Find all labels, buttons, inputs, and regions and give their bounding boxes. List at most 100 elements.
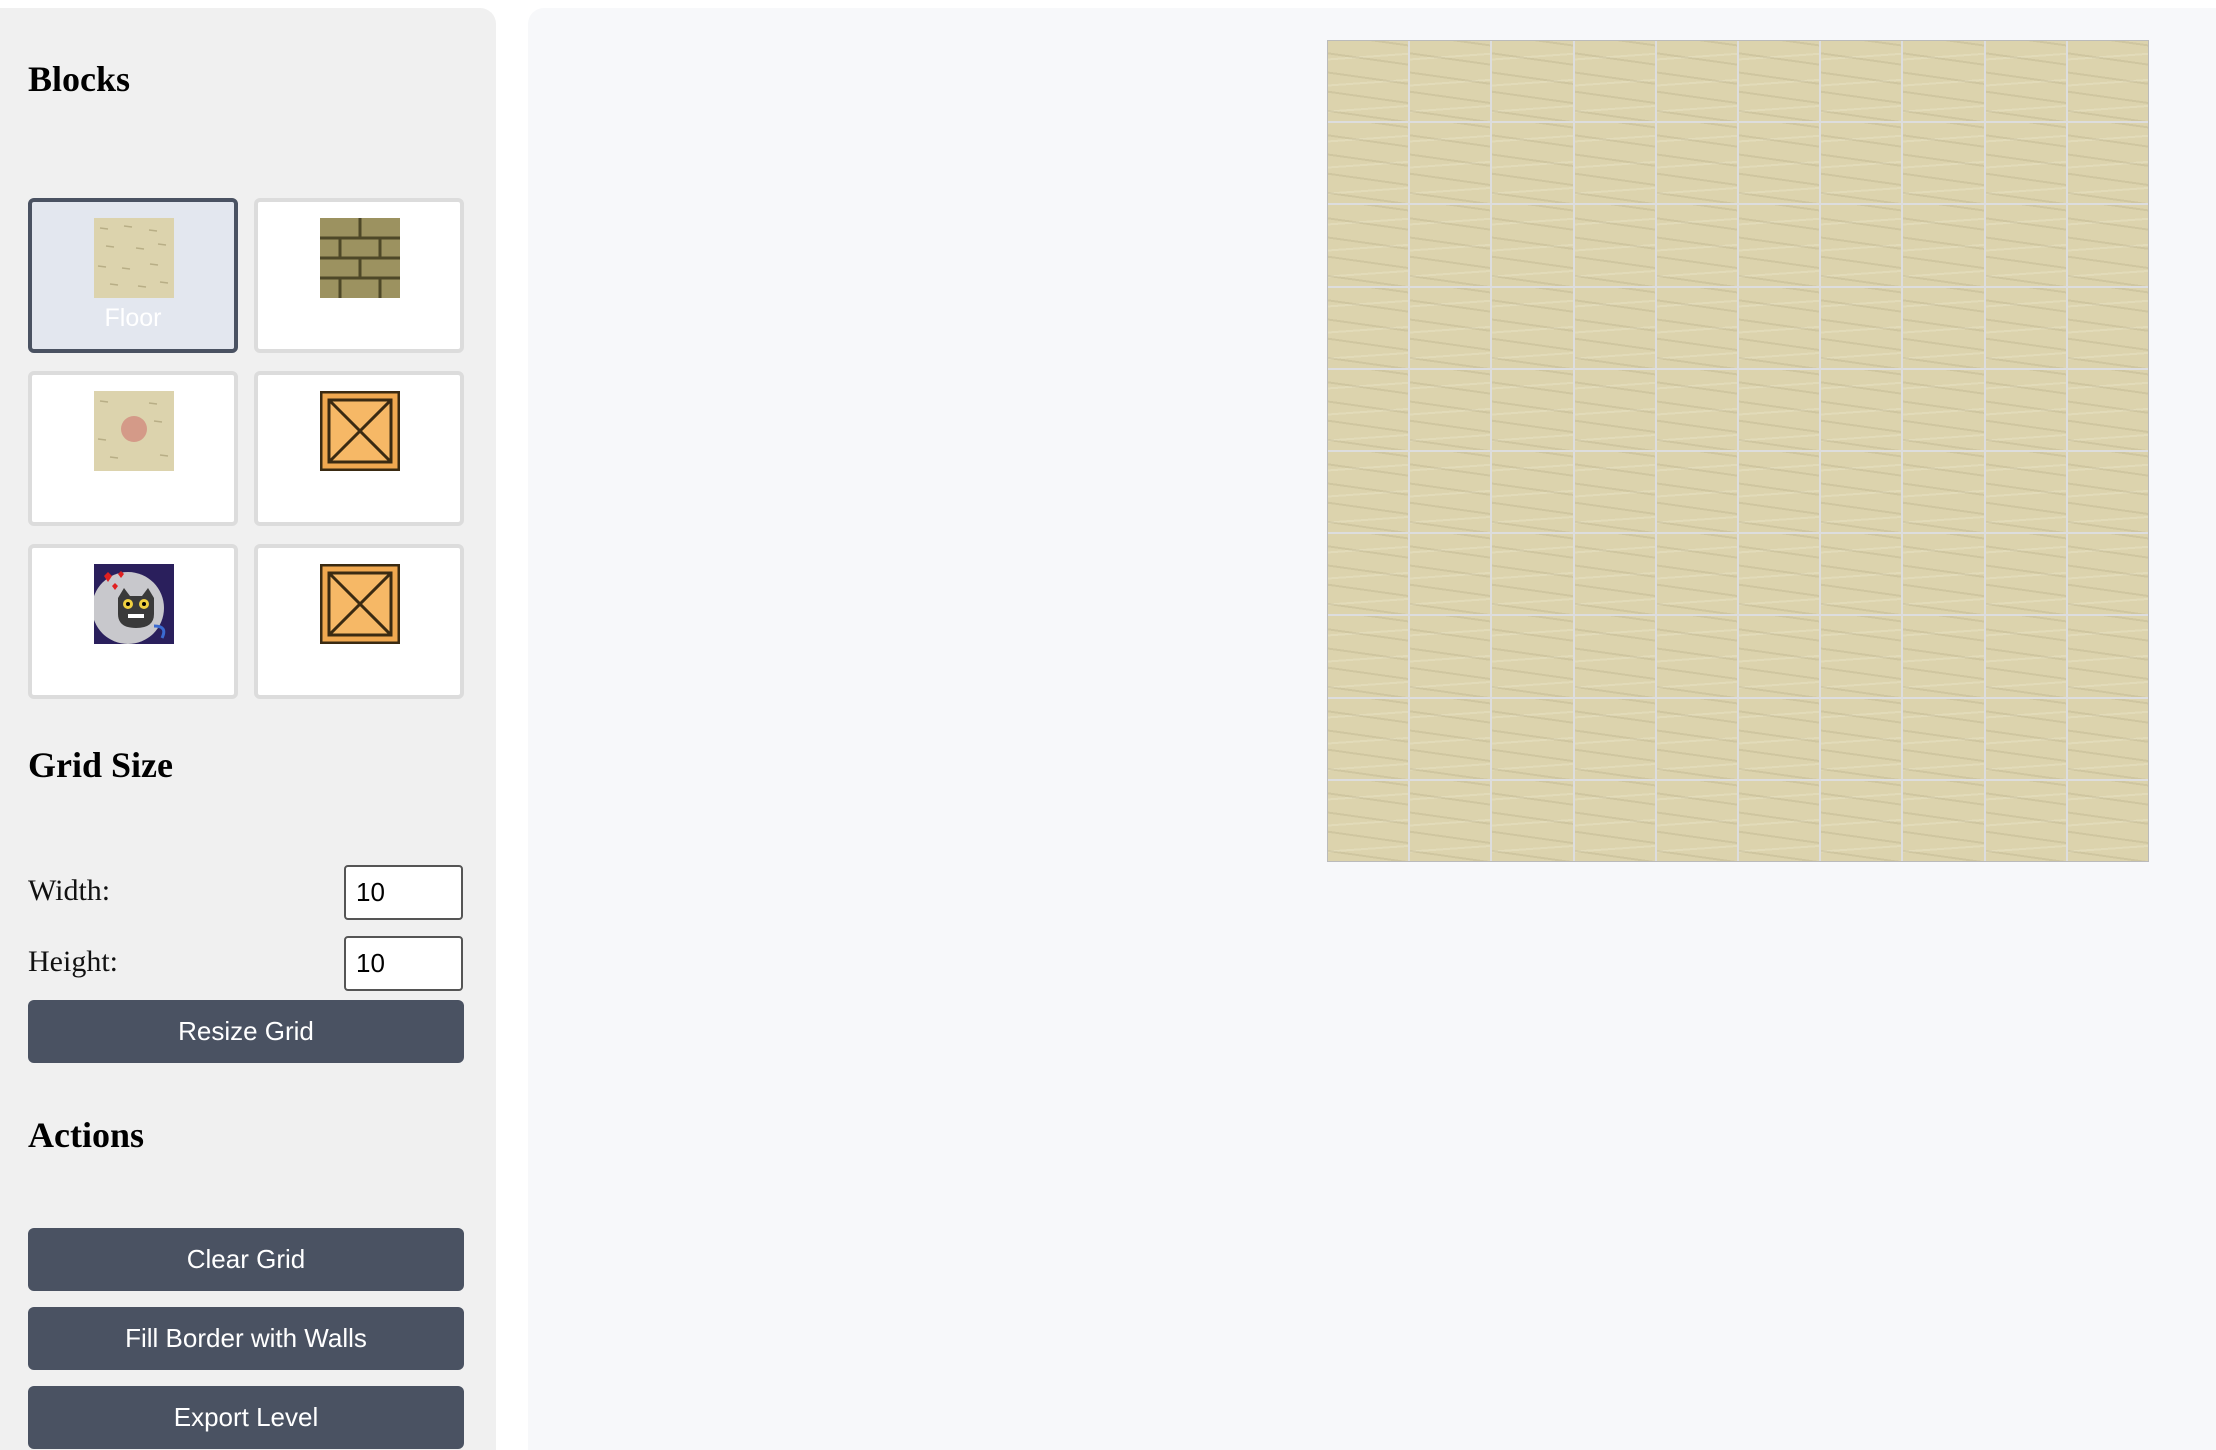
grid-cell-floor[interactable]	[1738, 534, 1820, 615]
grid-cell-floor[interactable]	[1738, 780, 1820, 861]
grid-cell-floor[interactable]	[1903, 451, 1984, 533]
grid-cell-floor[interactable]	[1410, 616, 1491, 697]
grid-cell-floor[interactable]	[1985, 534, 2066, 615]
grid-cell-floor[interactable]	[1985, 780, 2066, 861]
grid-cell-floor[interactable]	[1821, 287, 1902, 368]
grid-cell-floor[interactable]	[1574, 534, 1655, 615]
height-input[interactable]	[344, 936, 463, 991]
grid-cell-floor[interactable]	[1738, 369, 1820, 450]
grid-cell-floor[interactable]	[1985, 616, 2066, 697]
grid-cell-floor[interactable]	[1492, 287, 1573, 368]
grid-cell-floor[interactable]	[2067, 123, 2148, 204]
grid-cell-floor[interactable]	[1903, 41, 1984, 122]
grid-cell-floor[interactable]	[1903, 616, 1984, 697]
grid-cell-floor[interactable]	[1656, 369, 1737, 450]
grid-cell-floor[interactable]	[1821, 698, 1902, 779]
grid-cell-floor[interactable]	[1985, 369, 2066, 450]
grid-cell-floor[interactable]	[1328, 451, 1409, 533]
grid-cell-floor[interactable]	[1574, 616, 1655, 697]
grid-cell-floor[interactable]	[1574, 451, 1655, 533]
block-box-on-goal[interactable]	[254, 544, 464, 699]
grid-cell-floor[interactable]	[2067, 698, 2148, 779]
grid-cell-floor[interactable]	[1821, 780, 1902, 861]
grid-cell-floor[interactable]	[1821, 123, 1902, 204]
grid-cell-floor[interactable]	[1903, 534, 1984, 615]
grid-cell-floor[interactable]	[1903, 369, 1984, 450]
grid-cell-floor[interactable]	[2067, 780, 2148, 861]
grid-cell-floor[interactable]	[1985, 205, 2066, 286]
grid-cell-floor[interactable]	[1656, 616, 1737, 697]
grid-cell-floor[interactable]	[1656, 534, 1737, 615]
grid-cell-floor[interactable]	[1492, 451, 1573, 533]
grid-cell-floor[interactable]	[1328, 616, 1409, 697]
grid-cell-floor[interactable]	[1492, 780, 1573, 861]
grid-cell-floor[interactable]	[1574, 698, 1655, 779]
grid-cell-floor[interactable]	[1492, 41, 1573, 122]
grid-cell-floor[interactable]	[1410, 369, 1491, 450]
grid-cell-floor[interactable]	[2067, 534, 2148, 615]
grid-cell-floor[interactable]	[1410, 780, 1491, 861]
grid-cell-floor[interactable]	[1738, 616, 1820, 697]
clear-grid-button[interactable]: Clear Grid	[28, 1228, 464, 1291]
block-goal[interactable]	[28, 371, 238, 526]
grid-cell-floor[interactable]	[2067, 287, 2148, 368]
grid-cell-floor[interactable]	[1738, 698, 1820, 779]
grid-cell-floor[interactable]	[1656, 123, 1737, 204]
grid-cell-floor[interactable]	[2067, 451, 2148, 533]
grid-cell-floor[interactable]	[1738, 205, 1820, 286]
grid-cell-floor[interactable]	[1492, 698, 1573, 779]
fill-border-button[interactable]: Fill Border with Walls	[28, 1307, 464, 1370]
grid-cell-floor[interactable]	[1574, 123, 1655, 204]
grid-cell-floor[interactable]	[1410, 534, 1491, 615]
block-box[interactable]	[254, 371, 464, 526]
grid-cell-floor[interactable]	[1903, 698, 1984, 779]
grid-cell-floor[interactable]	[1903, 287, 1984, 368]
grid-cell-floor[interactable]	[1328, 534, 1409, 615]
grid-cell-floor[interactable]	[2067, 41, 2148, 122]
grid-cell-floor[interactable]	[1328, 780, 1409, 861]
grid-cell-floor[interactable]	[1903, 205, 1984, 286]
grid-cell-floor[interactable]	[1985, 41, 2066, 122]
grid-cell-floor[interactable]	[1328, 123, 1409, 204]
grid-cell-floor[interactable]	[1328, 205, 1409, 286]
export-level-button[interactable]: Export Level	[28, 1386, 464, 1449]
level-grid[interactable]	[1327, 40, 2149, 862]
grid-cell-floor[interactable]	[1738, 287, 1820, 368]
grid-cell-floor[interactable]	[2067, 369, 2148, 450]
grid-cell-floor[interactable]	[1821, 451, 1902, 533]
grid-cell-floor[interactable]	[1574, 205, 1655, 286]
grid-cell-floor[interactable]	[1574, 780, 1655, 861]
grid-cell-floor[interactable]	[2067, 616, 2148, 697]
grid-cell-floor[interactable]	[1985, 451, 2066, 533]
width-input[interactable]	[344, 865, 463, 920]
grid-cell-floor[interactable]	[1738, 123, 1820, 204]
grid-cell-floor[interactable]	[1821, 534, 1902, 615]
grid-cell-floor[interactable]	[1410, 451, 1491, 533]
grid-cell-floor[interactable]	[1821, 616, 1902, 697]
grid-cell-floor[interactable]	[1492, 123, 1573, 204]
grid-cell-floor[interactable]	[1410, 287, 1491, 368]
grid-cell-floor[interactable]	[1985, 698, 2066, 779]
grid-cell-floor[interactable]	[1903, 123, 1984, 204]
grid-cell-floor[interactable]	[1328, 698, 1409, 779]
grid-cell-floor[interactable]	[1492, 534, 1573, 615]
grid-cell-floor[interactable]	[1903, 780, 1984, 861]
grid-cell-floor[interactable]	[2067, 205, 2148, 286]
grid-cell-floor[interactable]	[1410, 205, 1491, 286]
grid-cell-floor[interactable]	[1492, 205, 1573, 286]
grid-cell-floor[interactable]	[1574, 369, 1655, 450]
grid-cell-floor[interactable]	[1656, 780, 1737, 861]
grid-cell-floor[interactable]	[1656, 698, 1737, 779]
grid-cell-floor[interactable]	[1656, 41, 1737, 122]
grid-cell-floor[interactable]	[1574, 287, 1655, 368]
grid-cell-floor[interactable]	[1410, 41, 1491, 122]
grid-cell-floor[interactable]	[1492, 369, 1573, 450]
grid-cell-floor[interactable]	[1656, 451, 1737, 533]
block-player[interactable]	[28, 544, 238, 699]
grid-cell-floor[interactable]	[1821, 369, 1902, 450]
grid-cell-floor[interactable]	[1574, 41, 1655, 122]
grid-cell-floor[interactable]	[1985, 123, 2066, 204]
block-floor[interactable]: Floor	[28, 198, 238, 353]
grid-cell-floor[interactable]	[1985, 287, 2066, 368]
grid-cell-floor[interactable]	[1821, 205, 1902, 286]
